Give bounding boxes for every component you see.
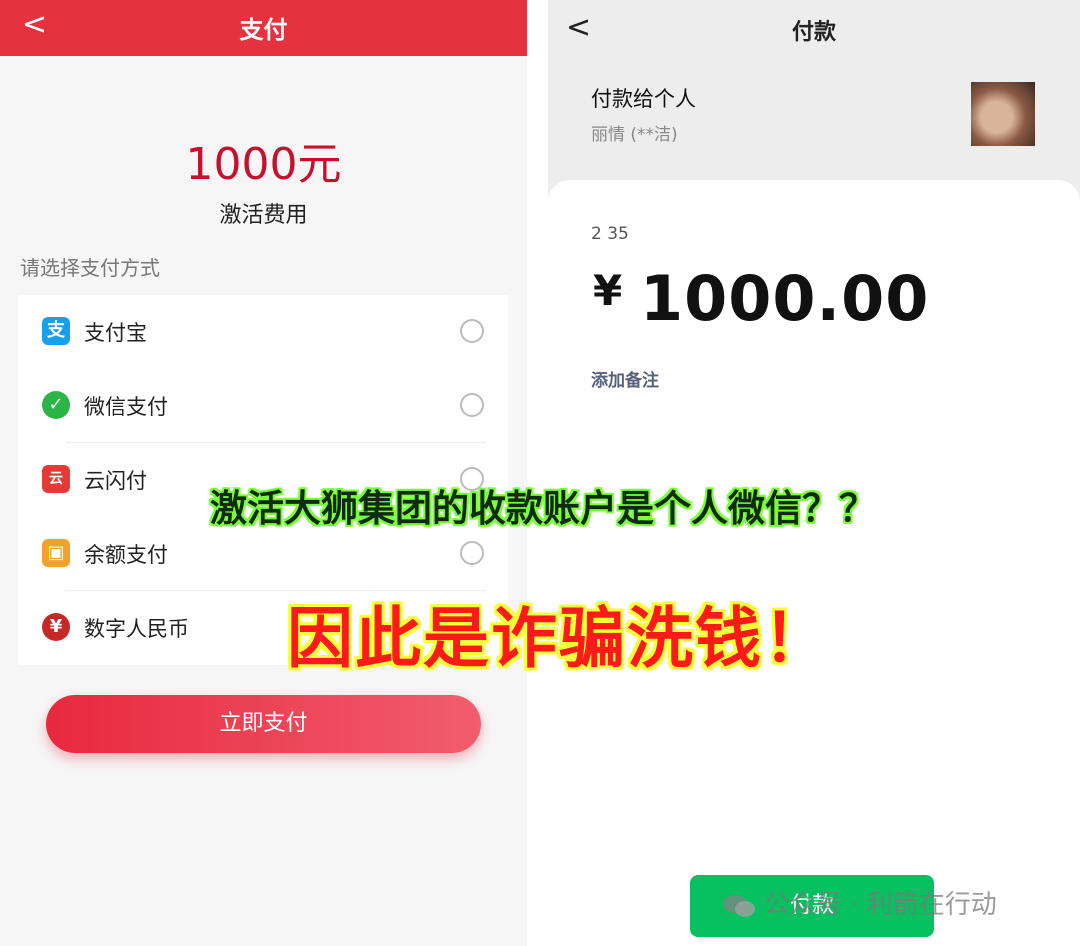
payment-card: 2 35 ¥ 1000.00 添加备注 付款 [548,180,1080,946]
left-page-title: 支付 [239,16,288,44]
right-payment-screen: < 付款 付款给个人 丽情 (**洁) 2 35 ¥ 1000.00 添加备注 … [548,0,1080,946]
add-remark-link[interactable]: 添加备注 [591,366,659,391]
watermark-text: 公众号 · 利箭在行动 [764,890,997,920]
payment-amount-input[interactable]: 1000.00 [640,262,929,335]
account-partial: 2 35 [591,224,629,244]
radio-balance[interactable] [460,541,484,565]
left-header: < 支付 [0,0,527,56]
wechat-logo-icon [723,894,755,917]
digital-rmb-icon: ¥ [42,613,70,641]
alipay-icon: 支 [42,317,70,345]
warning-caption-fraud: 因此是诈骗洗钱！ [287,600,831,677]
option-wechat-pay[interactable]: ✓ 微信支付 [18,369,508,443]
payee-avatar [971,82,1035,146]
radio-wechat-pay[interactable] [460,393,484,417]
payee-title: 付款给个人 [591,87,696,111]
option-label: 云闪付 [84,469,147,493]
radio-alipay[interactable] [460,319,484,343]
right-page-title: 付款 [791,20,836,45]
currency-symbol: ¥ [593,266,623,315]
left-payment-screen: < 支付 1000元 激活费用 请选择支付方式 支 支付宝 ✓ 微信支付 云 云… [0,0,527,946]
pay-now-button[interactable]: 立即支付 [46,695,481,753]
payee-name: 丽情 (**洁) [591,125,678,145]
option-label: 余额支付 [84,543,168,567]
unionpay-quickpass-icon: 云 [42,465,70,493]
wechat-pay-icon: ✓ [42,391,70,419]
option-label: 支付宝 [84,321,147,345]
fee-label: 激活费用 [219,203,308,228]
payment-amount: 1000元 [185,139,342,190]
payment-method-prompt: 请选择支付方式 [20,256,160,280]
option-label: 微信支付 [84,395,168,419]
option-alipay[interactable]: 支 支付宝 [18,295,508,369]
option-label: 数字人民币 [84,617,189,641]
warning-caption-question: 激活大狮集团的收款账户是个人微信？？ [210,487,876,530]
watermark: 公众号 · 利箭在行动 [722,884,997,921]
gift-balance-icon: ▣ [42,539,70,567]
